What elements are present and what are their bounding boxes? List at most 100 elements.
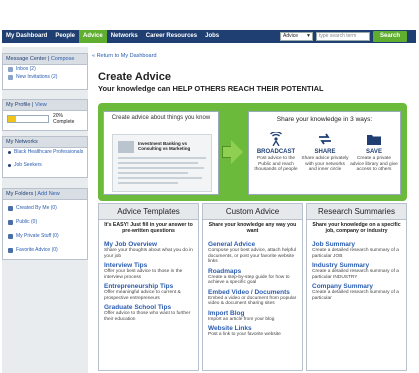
page-title: Create Advice bbox=[98, 71, 171, 83]
my-job-overview-link[interactable]: My Job Overview bbox=[104, 241, 193, 248]
entrepreneurship-tips-link[interactable]: Entrepreneurship Tips bbox=[104, 283, 193, 290]
sidebar-item-invitations[interactable]: New Invitations (2) bbox=[3, 73, 87, 81]
list-item: Company Summary Create a detailed researc… bbox=[307, 283, 406, 301]
profile-header: My Profile | View bbox=[3, 100, 87, 111]
import-blog-link[interactable]: Import Blog bbox=[208, 310, 297, 317]
item-desc: Create a detailed research summary of a … bbox=[312, 248, 399, 259]
folder-icon bbox=[8, 233, 13, 239]
advice-templates-column: Advice Templates It's EASY! Just fill in… bbox=[98, 203, 199, 371]
save-title: SAVE bbox=[366, 149, 382, 155]
embed-video-link[interactable]: Embed Video / Documents bbox=[208, 289, 297, 296]
item-desc: Embed a video or document from popular v… bbox=[208, 295, 297, 307]
sidebar-item-folder[interactable]: Created By Me (0) bbox=[3, 204, 87, 212]
preview-line bbox=[118, 162, 198, 164]
folder-icon bbox=[8, 219, 13, 225]
column-title: Custom Advice bbox=[203, 204, 302, 220]
create-advice-panel[interactable]: Create advice about things you know Inve… bbox=[103, 111, 219, 195]
arrow-head bbox=[231, 140, 243, 164]
sidebar: Message Center | Compose Inbox (2) New I… bbox=[2, 47, 88, 373]
broadcast-desc: Post advice to the Public and reach thou… bbox=[254, 156, 298, 172]
column-intro: Share your knowledge on a specific job, … bbox=[312, 222, 401, 234]
main-nav: My Dashboard People Advice Networks Care… bbox=[2, 30, 416, 43]
list-item: Embed Video / Documents Embed a video or … bbox=[203, 289, 302, 307]
folder-icon bbox=[8, 247, 13, 253]
view-profile-link[interactable]: View bbox=[35, 102, 47, 108]
item-desc: Create a detailed research summary of a … bbox=[312, 269, 399, 280]
search-input[interactable]: type search term bbox=[316, 32, 370, 41]
sidebar-item-inbox[interactable]: Inbox (2) bbox=[3, 65, 87, 73]
list-item: Graduate School Tips Offer advice to thos… bbox=[99, 304, 198, 322]
add-folder-link[interactable]: Add New bbox=[37, 191, 59, 197]
profile-progress-bar bbox=[7, 115, 49, 123]
item-desc: Share your thoughts about what you do in… bbox=[104, 248, 193, 259]
list-item: Roadmaps Create a step-by-step guide for … bbox=[203, 268, 302, 286]
sidebar-item-folder[interactable]: Favorite Advice (0) bbox=[3, 246, 87, 254]
share-icon bbox=[301, 131, 349, 147]
save-desc: Create a private advice library and give… bbox=[350, 156, 398, 172]
tab-career-resources[interactable]: Career Resources bbox=[142, 30, 201, 43]
list-item: Entrepreneurship Tips Offer meaningful ad… bbox=[99, 283, 198, 301]
tab-my-dashboard[interactable]: My Dashboard bbox=[2, 30, 51, 43]
page-subtitle: Your knowledge can HELP OTHERS REACH THE… bbox=[98, 84, 324, 93]
sidebar-item-label: Inbox (2) bbox=[16, 66, 36, 72]
compose-link[interactable]: Compose bbox=[51, 56, 75, 62]
item-desc: Compose your best advice, attach helpful… bbox=[208, 248, 296, 264]
list-item: General Advice Compose your best advice, … bbox=[203, 241, 302, 265]
broadcast-icon bbox=[252, 131, 300, 147]
tab-networks[interactable]: Networks bbox=[107, 30, 142, 43]
tab-advice[interactable]: Advice bbox=[79, 30, 107, 43]
tab-people[interactable]: People bbox=[51, 30, 79, 43]
save-option[interactable]: SAVE Create a private advice library and… bbox=[350, 131, 398, 173]
list-item: Interview Tips Offer your best advice to … bbox=[99, 262, 198, 280]
folders-header: My Folders | Add New bbox=[3, 189, 87, 200]
folders-title: My Folders bbox=[6, 191, 34, 197]
interview-tips-link[interactable]: Interview Tips bbox=[104, 262, 193, 269]
share-title: SHARE bbox=[314, 149, 336, 155]
sidebar-item-network[interactable]: Black Healthcare Professionals bbox=[3, 148, 87, 161]
broadcast-option[interactable]: BROADCAST Post advice to the Public and … bbox=[252, 131, 300, 173]
bullet-icon bbox=[8, 151, 11, 154]
sidebar-item-label: Black Healthcare Professionals bbox=[14, 149, 84, 155]
list-item: Import Blog Import an article from your b… bbox=[203, 310, 302, 323]
item-desc: Post a link to your favorite website bbox=[208, 332, 281, 337]
sidebar-item-folder[interactable]: Public (0) bbox=[3, 218, 87, 226]
search-button[interactable]: Search bbox=[373, 31, 407, 42]
share-desc: Share advice privately with your network… bbox=[301, 156, 349, 172]
graduate-school-tips-link[interactable]: Graduate School Tips bbox=[104, 304, 193, 311]
list-item: Website Links Post a link to your favorit… bbox=[203, 325, 302, 338]
sidebar-item-folder[interactable]: My Private Stuff (0) bbox=[3, 232, 87, 240]
top-header: My Dashboard People Advice Networks Care… bbox=[0, 0, 419, 44]
search-category-value: Advice bbox=[283, 33, 299, 39]
tab-jobs[interactable]: Jobs bbox=[201, 30, 223, 43]
folder-icon bbox=[8, 205, 13, 211]
sidebar-item-network[interactable]: Job Seekers bbox=[3, 161, 87, 169]
sidebar-item-label: My Private Stuff (0) bbox=[16, 233, 59, 239]
folders-box: My Folders | Add New Created By Me (0) P… bbox=[2, 188, 88, 260]
create-advice-banner: Create advice about things you know Inve… bbox=[98, 103, 407, 201]
message-center-header: Message Center | Compose bbox=[3, 54, 87, 65]
item-desc: Import an article from your blog bbox=[208, 316, 275, 322]
networks-box: My Networks Black Healthcare Professiona… bbox=[2, 136, 88, 178]
preview-line bbox=[118, 172, 188, 174]
item-desc: Offer advice to those who want to furthe… bbox=[104, 311, 191, 322]
item-desc: Offer meaningful advice to current & pro… bbox=[104, 290, 181, 301]
list-item: Job Summary Create a detailed research su… bbox=[307, 241, 406, 259]
profile-progress-fill bbox=[8, 116, 16, 122]
job-summary-link[interactable]: Job Summary bbox=[312, 241, 401, 248]
search-category-select[interactable]: Advice ▼ bbox=[280, 32, 313, 41]
company-summary-link[interactable]: Company Summary bbox=[312, 283, 401, 290]
general-advice-link[interactable]: General Advice bbox=[208, 241, 297, 248]
share-ways-heading: Share your knowledge in 3 ways: bbox=[276, 116, 373, 123]
roadmaps-link[interactable]: Roadmaps bbox=[208, 268, 297, 275]
website-links-link[interactable]: Website Links bbox=[208, 325, 297, 332]
return-to-dashboard-link[interactable]: « Return to My Dashboard bbox=[92, 53, 157, 59]
column-intro: It's EASY! Just fill in your answer to p… bbox=[104, 222, 193, 234]
profile-title: My Profile bbox=[6, 102, 31, 108]
industry-summary-link[interactable]: Industry Summary bbox=[312, 262, 401, 269]
profile-progress-text: 20% Complete bbox=[53, 113, 74, 125]
preview-title: Investment Banking vs Consulting vs Mark… bbox=[138, 141, 191, 151]
share-option[interactable]: SHARE Share advice privately with your n… bbox=[301, 131, 349, 173]
research-summaries-column: Research Summaries Share your knowledge … bbox=[306, 203, 407, 371]
column-intro: Share your knowledge any way you want bbox=[208, 222, 297, 234]
list-item: Industry Summary Create a detailed resear… bbox=[307, 262, 406, 280]
